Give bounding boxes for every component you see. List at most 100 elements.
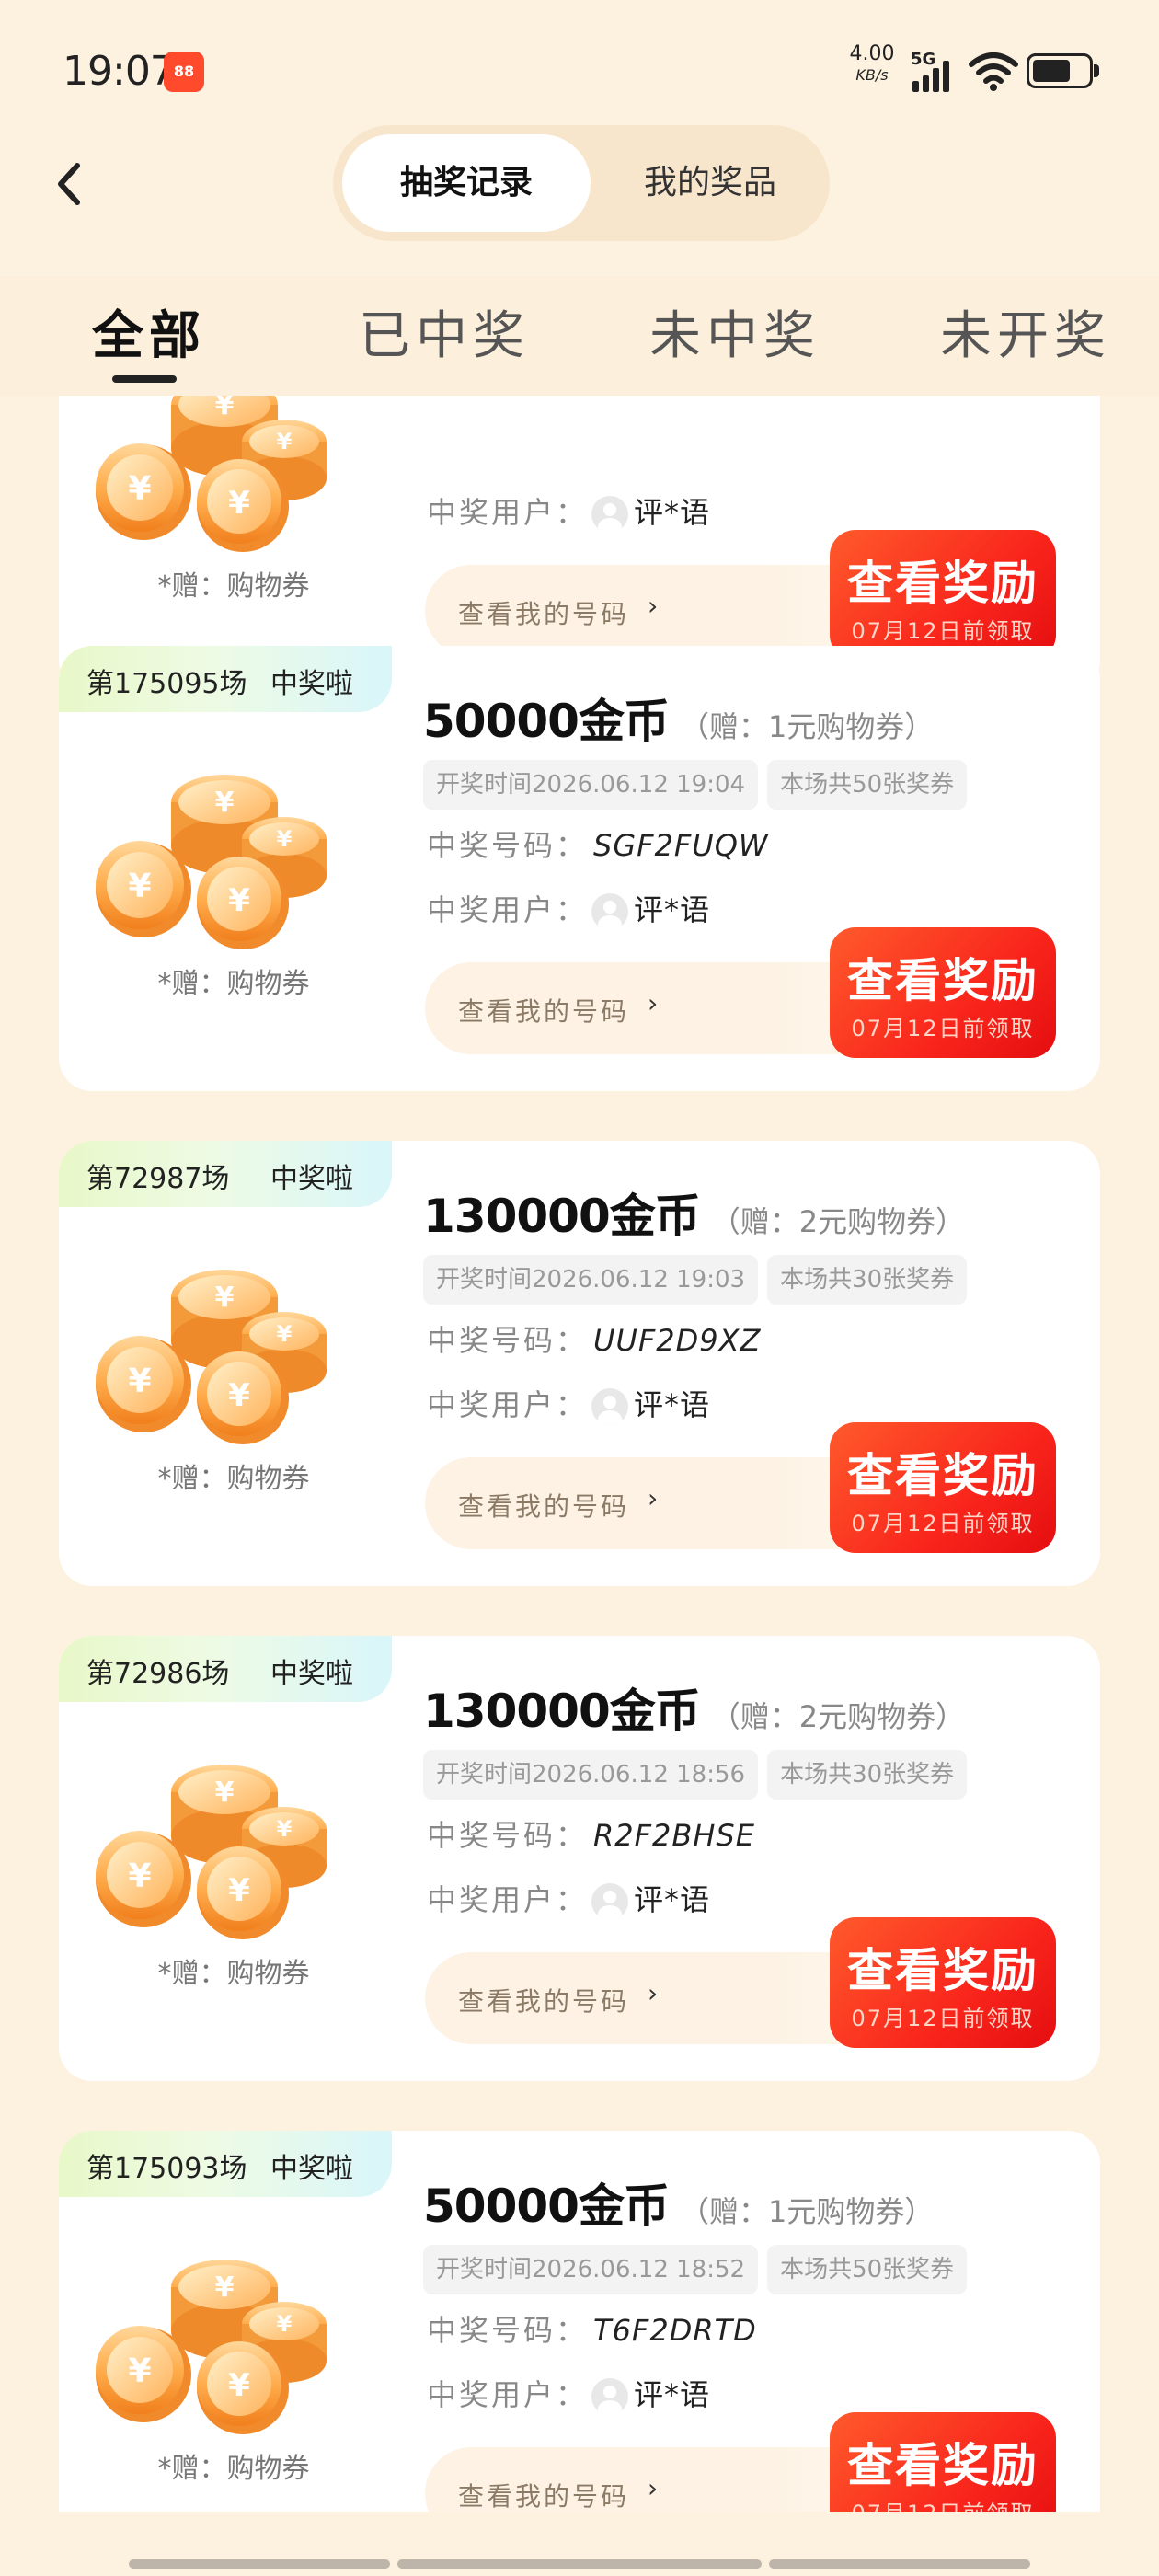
net-speed: 4.00 KB/s	[844, 44, 900, 83]
avatar	[591, 2378, 629, 2415]
view-reward-label: 查看奖励	[847, 1449, 1039, 1502]
home-indicator[interactable]	[0, 2554, 1159, 2576]
tab-draw-records[interactable]: 抽奖记录	[342, 134, 591, 232]
chevron-right-icon: ›	[648, 2473, 659, 2503]
draw-time: 开奖时间2026.06.12 18:52	[423, 2245, 759, 2294]
prize-gift: （赠：1元购物券）	[679, 2194, 935, 2229]
record-card: 第175093场 中奖啦 *赠：购物券 50000金币 （赠：1元购物券） 开奖时…	[59, 2131, 1100, 2512]
winner-user-name: 评*语	[634, 2377, 711, 2412]
avatar	[591, 893, 629, 930]
view-reward-button[interactable]: 查看奖励 07月12日前领取	[830, 1422, 1056, 1553]
signal-icon: 5G	[911, 50, 958, 96]
winner-user-row: 中奖用户： 评*语	[427, 489, 710, 533]
coin-stack-icon	[86, 1728, 335, 1939]
chevron-right-icon: ›	[648, 988, 659, 1018]
status-time: 19:07	[63, 48, 176, 95]
wifi-icon	[969, 52, 1018, 91]
view-reward-button[interactable]: 查看奖励 07月12日前领取	[830, 2412, 1056, 2512]
winner-code-row: 中奖号码： SGF2FUQW	[427, 822, 769, 865]
tab-won[interactable]: 已中奖	[359, 294, 530, 369]
record-card: 第72987场 中奖啦 *赠：购物券 130000金币 （赠：2元购物券） 开奖时…	[59, 1141, 1100, 1586]
avatar	[591, 1883, 629, 1920]
winner-code-row: 中奖号码： T6F2DRTD	[427, 2307, 757, 2350]
nav-bar-segment	[397, 2559, 762, 2569]
ticket-total: 本场共50张奖券	[767, 2245, 968, 2294]
tab-all[interactable]: 全部	[92, 294, 206, 369]
net-speed-unit: KB/s	[855, 66, 889, 84]
reward-deadline: 07月12日前领取	[830, 2495, 1056, 2512]
winner-user-name: 评*语	[634, 892, 711, 927]
tab-not-drawn[interactable]: 未开奖	[940, 294, 1111, 369]
round-number: 第72986场	[86, 1658, 230, 1690]
draw-info: 开奖时间2026.06.12 18:56 本场共30张奖券	[423, 1750, 976, 1800]
won-tag: 中奖啦	[270, 1658, 353, 1690]
view-reward-button[interactable]: 查看奖励 07月12日前领取	[830, 927, 1056, 1058]
coin-stack-icon	[86, 2223, 335, 2434]
winner-user-row: 中奖用户： 评*语	[427, 1877, 710, 1920]
winner-code: R2F2BHSE	[593, 1818, 755, 1853]
tab-my-prizes[interactable]: 我的奖品	[600, 134, 820, 232]
winner-code-label: 中奖号码：	[427, 828, 589, 863]
round-tag: 第72987场 中奖啦	[59, 1141, 392, 1207]
draw-info: 开奖时间2026.06.12 19:04 本场共50张奖券	[423, 760, 976, 810]
reward-deadline: 07月12日前领取	[851, 618, 1035, 644]
avatar	[591, 496, 629, 533]
winner-code: T6F2DRTD	[593, 2313, 757, 2348]
winner-user-label: 中奖用户：	[427, 892, 589, 927]
net-speed-value: 4.00	[849, 42, 895, 65]
round-tag: 第175095场 中奖啦	[59, 646, 392, 712]
records-list[interactable]: *赠：购物券 中奖用户： 评*语 查看我的号码 › 查看奖励 07月12日前领取 …	[0, 396, 1159, 2512]
prize-gift: （赠：1元购物券）	[679, 709, 935, 744]
round-number: 第175095场	[86, 668, 247, 700]
winner-code: UUF2D9XZ	[593, 1323, 762, 1358]
view-my-code-label: 查看我的号码	[458, 996, 630, 1027]
filter-tabs: 全部 已中奖 未中奖 未开奖	[0, 276, 1159, 396]
segment-control: 抽奖记录 我的奖品	[333, 125, 830, 241]
round-tag: 第175093场 中奖啦	[59, 2131, 392, 2197]
prize-amount: 130000金币	[423, 1190, 701, 1243]
coin-stack-icon	[86, 738, 335, 949]
status-bar: 19:07 88 4.00 KB/s 5G	[0, 0, 1159, 138]
prize-title: 130000金币 （赠：2元购物券）	[423, 1179, 965, 1246]
coin-stack-icon	[86, 1233, 335, 1444]
won-tag: 中奖啦	[270, 1163, 353, 1195]
view-reward-label: 查看奖励	[847, 557, 1039, 610]
record-card: 第72986场 中奖啦 *赠：购物券 130000金币 （赠：2元购物券） 开奖时…	[59, 1636, 1100, 2081]
gift-note: *赠：购物券	[157, 570, 310, 603]
view-reward-button[interactable]: 查看奖励 07月12日前领取	[830, 530, 1056, 661]
draw-info: 开奖时间2026.06.12 19:03 本场共30张奖券	[423, 1255, 976, 1305]
reward-deadline: 07月12日前领取	[851, 2006, 1035, 2031]
app-badge-icon: 88	[164, 52, 204, 92]
draw-time: 开奖时间2026.06.12 19:04	[423, 760, 759, 810]
prize-gift: （赠：2元购物券）	[710, 1699, 966, 1734]
winner-code-row: 中奖号码： UUF2D9XZ	[427, 1317, 761, 1360]
nav-bar-segment	[769, 2559, 1030, 2569]
view-my-code-label: 查看我的号码	[458, 1491, 630, 1522]
prize-amount: 50000金币	[423, 695, 670, 748]
view-reward-button[interactable]: 查看奖励 07月12日前领取	[830, 1917, 1056, 2048]
gift-note: *赠：购物券	[157, 2453, 310, 2485]
prize-title: 50000金币 （赠：1元购物券）	[423, 2169, 934, 2236]
ticket-total: 本场共30张奖券	[767, 1255, 968, 1305]
back-button[interactable]	[46, 156, 92, 212]
draw-time: 开奖时间2026.06.12 19:03	[423, 1255, 759, 1305]
prize-title: 130000金币 （赠：2元购物券）	[423, 1674, 965, 1741]
prize-amount: 50000金币	[423, 2179, 670, 2233]
prize-amount: 130000金币	[423, 1685, 701, 1738]
winner-code-label: 中奖号码：	[427, 2313, 589, 2348]
winner-user-name: 评*语	[634, 1882, 711, 1917]
won-tag: 中奖啦	[270, 668, 353, 700]
view-reward-label: 查看奖励	[847, 2439, 1039, 2492]
gift-note: *赠：购物券	[157, 1463, 310, 1495]
coin-stack-icon	[86, 396, 335, 552]
draw-time: 开奖时间2026.06.12 18:56	[423, 1750, 759, 1800]
tab-not-won[interactable]: 未中奖	[649, 294, 820, 369]
nav-bar-segment	[129, 2559, 390, 2569]
winner-user-row: 中奖用户： 评*语	[427, 1382, 710, 1425]
gift-note: *赠：购物券	[157, 968, 310, 1000]
battery-icon	[1027, 53, 1099, 88]
winner-code-label: 中奖号码：	[427, 1818, 589, 1853]
winner-code: SGF2FUQW	[593, 828, 769, 863]
record-card: 第175095场 中奖啦 *赠：购物券 50000金币 （赠：1元购物券） 开奖时…	[59, 646, 1100, 1091]
winner-user-label: 中奖用户：	[427, 1387, 589, 1422]
